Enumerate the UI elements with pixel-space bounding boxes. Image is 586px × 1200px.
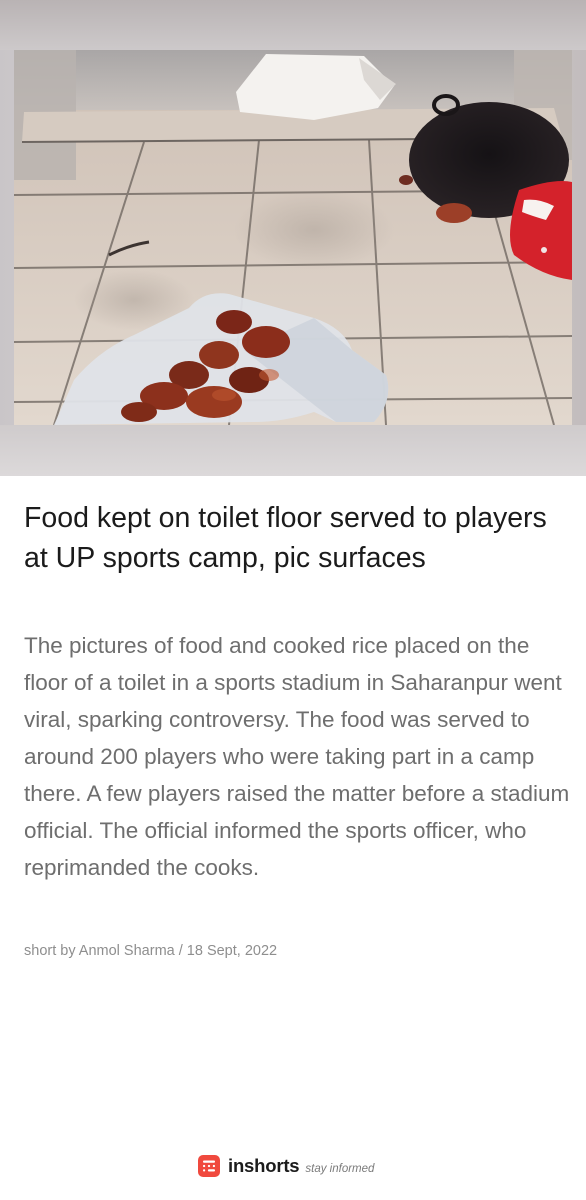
article-headline: Food kept on toilet floor served to play… [24, 502, 547, 574]
brand-footer[interactable]: inshorts stay informed [198, 1153, 374, 1179]
image-blur-top [0, 0, 586, 50]
brand-tagline: stay informed [305, 1162, 375, 1175]
article-byline: short by Anmol Sharma / 18 Sept, 2022 [24, 943, 278, 959]
news-image-area [0, 0, 586, 476]
image-blur-bottom [0, 425, 586, 476]
brand-name: inshorts [228, 1155, 300, 1176]
inshorts-logo-icon [198, 1155, 220, 1177]
news-photo [14, 50, 572, 425]
article-body: The pictures of food and cooked rice pla… [24, 633, 570, 880]
